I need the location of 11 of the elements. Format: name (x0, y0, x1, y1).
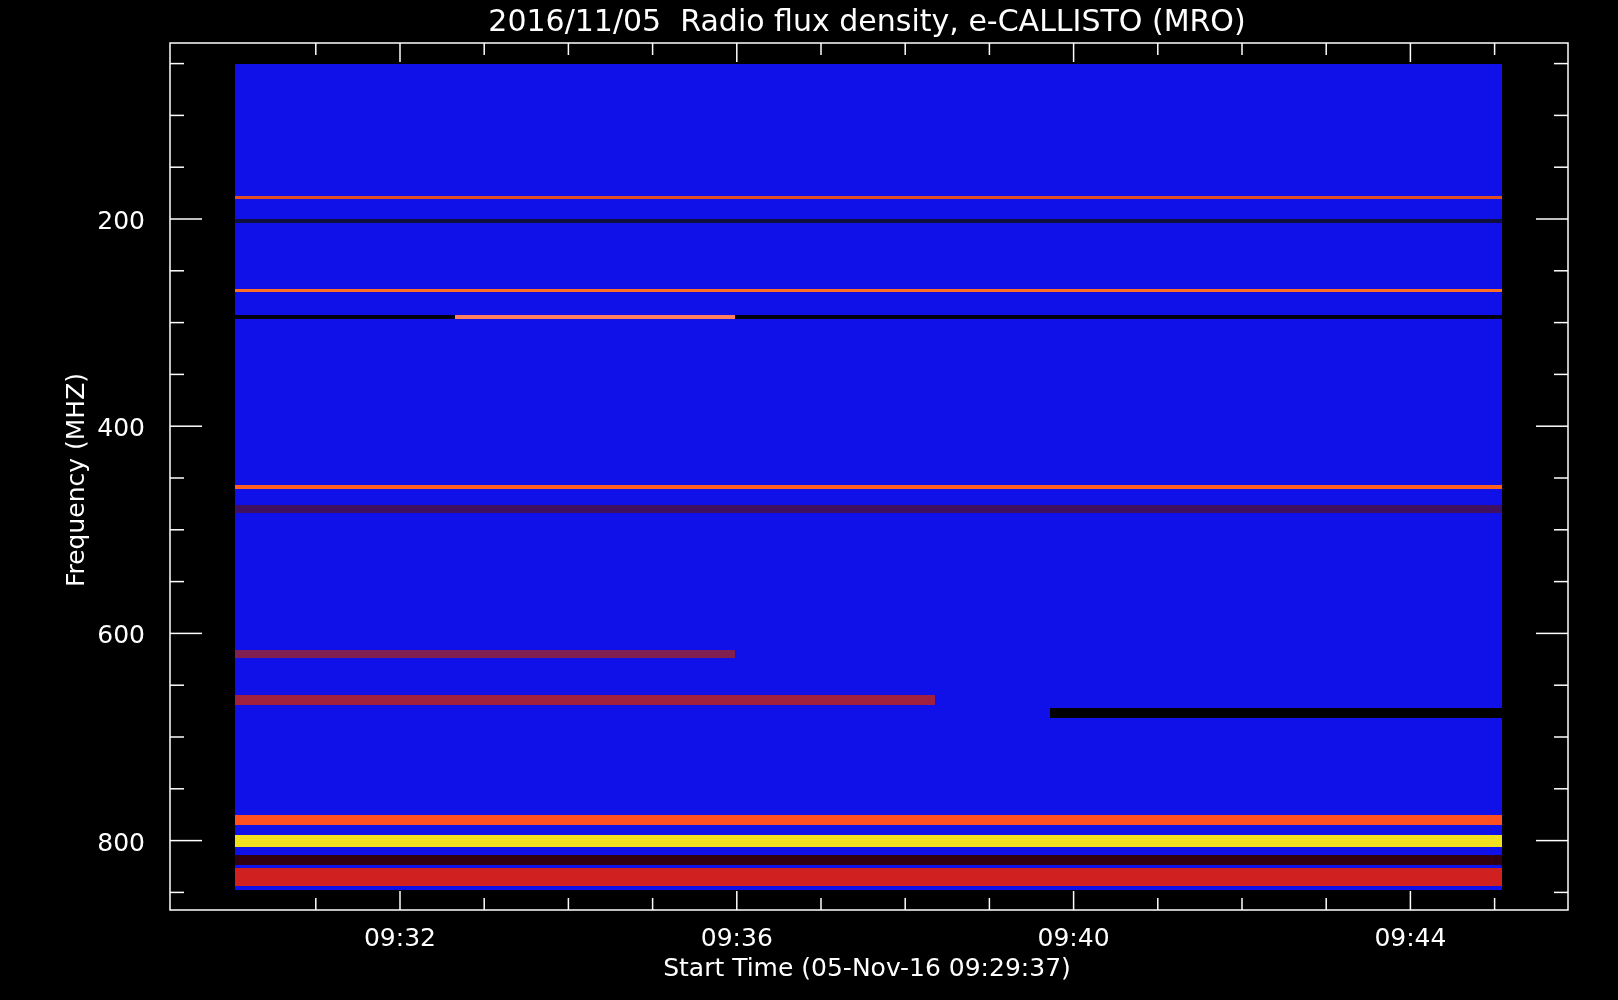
y-tick-label: 600 (97, 620, 145, 650)
x-tick-label: 09:40 (1037, 923, 1110, 952)
x-axis-label: Start Time (05-Nov-16 09:29:37) (663, 953, 1071, 982)
y-tick-label: 200 (97, 206, 145, 235)
y-tick-label: 800 (97, 827, 145, 857)
y-axis-label: Frequency (MHZ) (61, 372, 90, 588)
y-tick-label: 400 (97, 413, 145, 443)
x-tick-label: 09:36 (700, 923, 773, 952)
x-tick-label: 09:32 (364, 923, 436, 952)
plot-title: 2016/11/05 Radio flux density, e-CALLISTO (MRO) (488, 3, 1246, 38)
x-tick-label: 09:44 (1374, 923, 1447, 952)
